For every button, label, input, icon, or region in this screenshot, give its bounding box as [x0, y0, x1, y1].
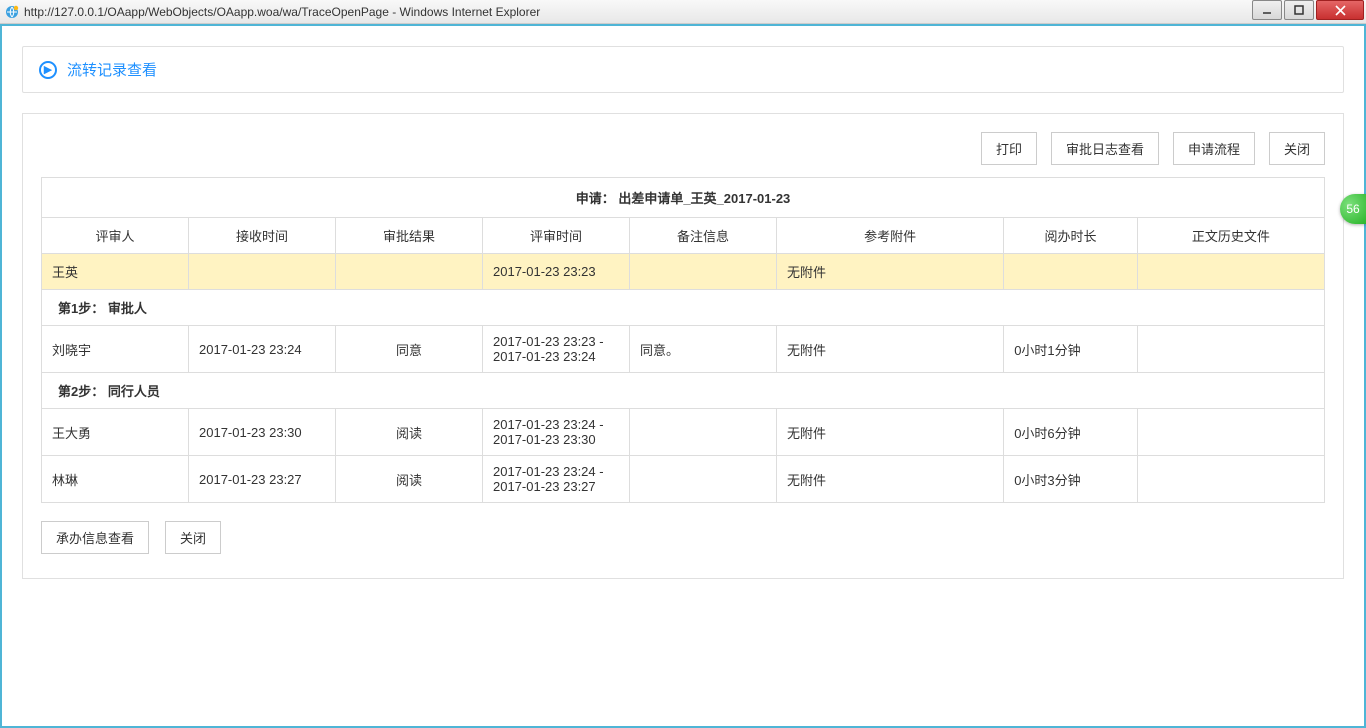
cell-reviewer: 刘晓宇 [42, 326, 189, 373]
cell-duration: 0小时1分钟 [1004, 326, 1138, 373]
cell-reviewer: 王大勇 [42, 409, 189, 456]
top-action-bar: 打印 审批日志查看 申请流程 关闭 [41, 132, 1325, 165]
cell-historyFiles [1137, 409, 1324, 456]
cell-reviewTime: 2017-01-23 23:24 - 2017-01-23 23:27 [483, 456, 630, 503]
col-attachments: 参考附件 [777, 218, 1004, 254]
col-historyFiles: 正文历史文件 [1137, 218, 1324, 254]
cell-reviewer: 林琳 [42, 456, 189, 503]
close-button-top[interactable]: 关闭 [1269, 132, 1325, 165]
cell-reviewer: 王英 [42, 254, 189, 290]
page-title: 流转记录查看 [67, 59, 157, 80]
cell-receiveTime: 2017-01-23 23:30 [189, 409, 336, 456]
cell-receiveTime [189, 254, 336, 290]
table-caption: 申请： 出差申请单_王英_2017-01-23 [42, 178, 1325, 218]
window-titlebar: http://127.0.0.1/OAapp/WebObjects/OAapp.… [0, 0, 1366, 24]
col-reviewer: 评审人 [42, 218, 189, 254]
audit-log-button[interactable]: 审批日志查看 [1051, 132, 1159, 165]
cell-attachments: 无附件 [777, 254, 1004, 290]
step-label: 第2步： 同行人员 [42, 373, 1325, 409]
cell-duration [1004, 254, 1138, 290]
undertake-info-button[interactable]: 承办信息查看 [41, 521, 149, 554]
window-title: http://127.0.0.1/OAapp/WebObjects/OAapp.… [24, 5, 1366, 19]
cell-duration: 0小时3分钟 [1004, 456, 1138, 503]
cell-reviewTime: 2017-01-23 23:24 - 2017-01-23 23:30 [483, 409, 630, 456]
table-row: 林琳2017-01-23 23:27阅读2017-01-23 23:24 - 2… [42, 456, 1325, 503]
col-result: 审批结果 [336, 218, 483, 254]
close-button-bottom[interactable]: 关闭 [165, 521, 221, 554]
print-button[interactable]: 打印 [981, 132, 1037, 165]
cell-remarks [630, 409, 777, 456]
col-reviewTime: 评审时间 [483, 218, 630, 254]
ie-icon [4, 4, 20, 20]
cell-reviewTime: 2017-01-23 23:23 [483, 254, 630, 290]
cell-remarks [630, 456, 777, 503]
cell-remarks: 同意。 [630, 326, 777, 373]
cell-duration: 0小时6分钟 [1004, 409, 1138, 456]
page-header: ▶ 流转记录查看 [22, 46, 1344, 93]
close-window-button[interactable] [1316, 0, 1364, 20]
cell-historyFiles [1137, 254, 1324, 290]
step-label: 第1步： 审批人 [42, 290, 1325, 326]
maximize-button[interactable] [1284, 0, 1314, 20]
cell-attachments: 无附件 [777, 409, 1004, 456]
arrow-right-circle-icon: ▶ [39, 61, 57, 79]
cell-remarks [630, 254, 777, 290]
window-controls [1250, 0, 1364, 20]
apply-flow-button[interactable]: 申请流程 [1173, 132, 1255, 165]
cell-reviewTime: 2017-01-23 23:23 - 2017-01-23 23:24 [483, 326, 630, 373]
cell-receiveTime: 2017-01-23 23:24 [189, 326, 336, 373]
col-remarks: 备注信息 [630, 218, 777, 254]
col-receiveTime: 接收时间 [189, 218, 336, 254]
cell-historyFiles [1137, 456, 1324, 503]
table-row: 王英 2017-01-23 23:23 无附件 [42, 254, 1325, 290]
cell-attachments: 无附件 [777, 456, 1004, 503]
table-row: 王大勇2017-01-23 23:30阅读2017-01-23 23:24 - … [42, 409, 1325, 456]
col-duration: 阅办时长 [1004, 218, 1138, 254]
cell-result [336, 254, 483, 290]
content-panel: 打印 审批日志查看 申请流程 关闭 申请： 出差申请单_王英_2017-01-2… [22, 113, 1344, 579]
cell-result: 阅读 [336, 456, 483, 503]
minimize-button[interactable] [1252, 0, 1282, 20]
table-row: 刘晓宇2017-01-23 23:24同意2017-01-23 23:23 - … [42, 326, 1325, 373]
side-badge[interactable]: 56 [1340, 194, 1366, 224]
cell-historyFiles [1137, 326, 1324, 373]
cell-result: 同意 [336, 326, 483, 373]
cell-result: 阅读 [336, 409, 483, 456]
app-frame: ▶ 流转记录查看 打印 审批日志查看 申请流程 关闭 申请： 出差申请单_王英_… [0, 24, 1366, 728]
trace-table: 申请： 出差申请单_王英_2017-01-23评审人接收时间审批结果评审时间备注… [41, 177, 1325, 503]
cell-receiveTime: 2017-01-23 23:27 [189, 456, 336, 503]
bottom-action-bar: 承办信息查看 关闭 [41, 521, 1325, 554]
cell-attachments: 无附件 [777, 326, 1004, 373]
